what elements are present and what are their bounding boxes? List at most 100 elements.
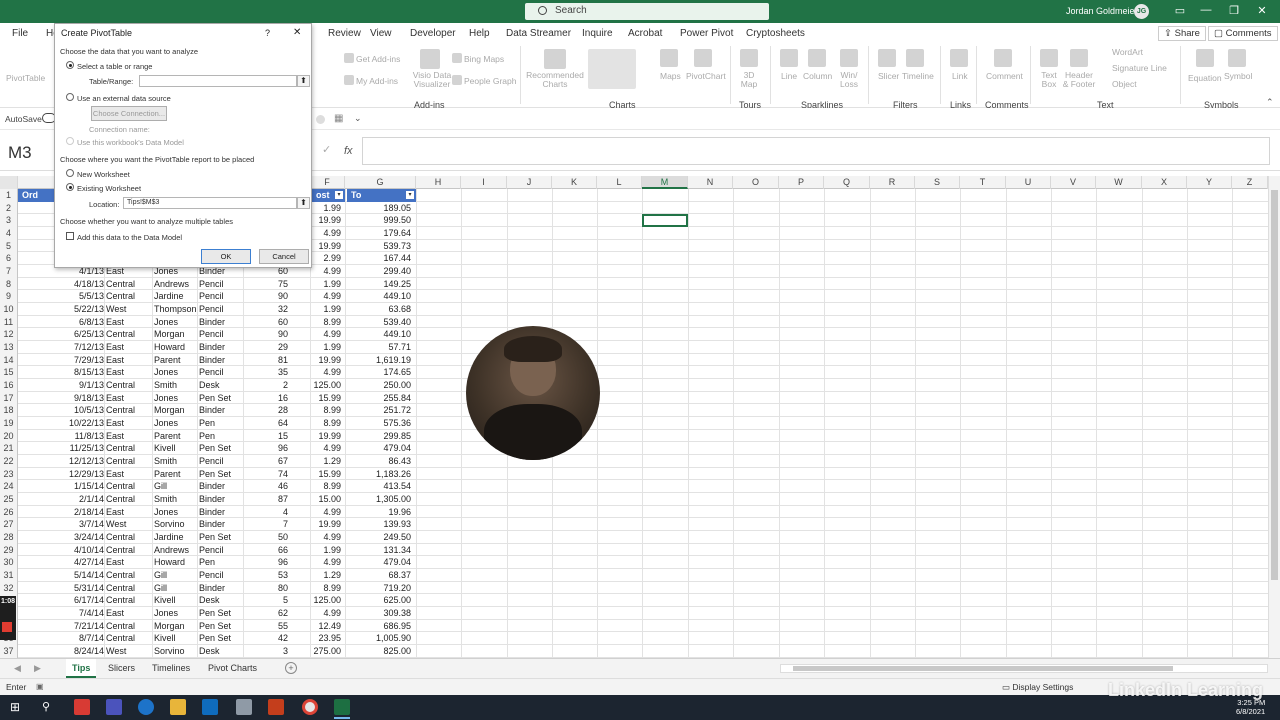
cell-g[interactable]: 179.64 bbox=[347, 227, 411, 240]
cell-f[interactable]: 15.99 bbox=[312, 468, 341, 481]
wordart-label[interactable]: WordArt bbox=[1112, 47, 1143, 57]
cell-g[interactable]: 1,619.19 bbox=[347, 354, 411, 367]
table-row[interactable]: 32 5/31/14 Central Gill Binder 80 8.99 719.20 bbox=[0, 581, 1268, 595]
radio-data-model-label[interactable]: Use this workbook's Data Model bbox=[77, 138, 184, 147]
cell-e[interactable]: 90 bbox=[245, 328, 288, 341]
cell-b[interactable]: Central bbox=[106, 455, 152, 468]
cell-d[interactable]: Pencil bbox=[199, 303, 243, 316]
cell-e[interactable]: 42 bbox=[245, 632, 288, 645]
next-sheet-icon[interactable]: ▶ bbox=[34, 663, 41, 674]
cell-f[interactable]: 19.99 bbox=[312, 430, 341, 443]
cell-c[interactable]: Jones bbox=[154, 506, 197, 519]
row-header[interactable]: 18 bbox=[0, 404, 18, 418]
table-row[interactable]: 12 6/25/13 Central Morgan Pencil 90 4.99 449.10 bbox=[0, 328, 1268, 342]
close-window-icon[interactable]: ✕ bbox=[1252, 4, 1272, 17]
visio-label[interactable]: Visio Data Visualizer bbox=[412, 71, 452, 89]
location-input[interactable]: Tips!$M$3 bbox=[123, 197, 297, 209]
cell-c[interactable]: Gill bbox=[154, 480, 197, 493]
col-header[interactable]: Q bbox=[824, 176, 870, 189]
cell-b[interactable]: Central bbox=[106, 278, 152, 291]
cell-f[interactable]: 15.00 bbox=[312, 493, 341, 506]
table-row[interactable]: 28 3/24/14 Central Jardine Pen Set 50 4.99 249.… bbox=[0, 531, 1268, 544]
row-header[interactable]: 5 bbox=[0, 239, 18, 253]
cell-f[interactable]: 8.99 bbox=[312, 582, 341, 595]
tab-review[interactable]: Review bbox=[328, 28, 361, 39]
collapse-range-icon[interactable]: ⬆ bbox=[297, 75, 310, 87]
cell-d[interactable]: Pencil bbox=[199, 328, 243, 341]
row-header[interactable]: 10 bbox=[0, 303, 18, 316]
row-header[interactable]: 3 bbox=[0, 214, 18, 227]
cell-f[interactable]: 4.99 bbox=[312, 531, 341, 544]
cell-e[interactable]: 2 bbox=[245, 379, 288, 392]
col-header[interactable]: S bbox=[915, 176, 960, 189]
row-header[interactable]: 19 bbox=[0, 417, 18, 430]
signature-line-label[interactable]: Signature Line bbox=[1112, 63, 1167, 73]
cell-f[interactable]: 4.99 bbox=[312, 290, 341, 303]
table-row[interactable]: 357/21/14CentralMorganPen Set5512.49686.… bbox=[0, 619, 1268, 633]
cell-e[interactable]: 60 bbox=[245, 316, 288, 329]
cell-f[interactable]: 19.99 bbox=[312, 518, 341, 531]
cell-g[interactable]: 825.00 bbox=[347, 645, 411, 658]
cell-c[interactable]: Jones bbox=[154, 316, 197, 329]
cell-d[interactable]: Pen bbox=[199, 417, 243, 430]
maximize-icon[interactable]: ❐ bbox=[1224, 4, 1244, 17]
record-stop-icon[interactable] bbox=[2, 622, 12, 632]
cell-d[interactable]: Binder bbox=[199, 480, 243, 493]
cell-b[interactable]: East bbox=[106, 366, 152, 379]
cell-c[interactable]: Morgan bbox=[154, 328, 197, 341]
cell-g[interactable]: 250.00 bbox=[347, 379, 411, 392]
chart-types-icon[interactable] bbox=[588, 49, 636, 89]
table-row[interactable]: 22 12/12/13 Central Smith Pencil 67 1.29 86.43 bbox=[0, 455, 1268, 468]
table-row[interactable]: 16 9/1/13 Central Smith Desk 2 125.00 250.00 bbox=[0, 379, 1268, 392]
cell-e[interactable]: 15 bbox=[245, 430, 288, 443]
cell-e[interactable]: 46 bbox=[245, 480, 288, 493]
cell-f[interactable]: 19.99 bbox=[312, 240, 341, 253]
cell-a[interactable]: 5/22/13 bbox=[18, 303, 104, 316]
cell-g[interactable]: 131.34 bbox=[347, 544, 411, 557]
cell-a[interactable]: 6/25/13 bbox=[18, 328, 104, 341]
cell-b[interactable]: Central bbox=[106, 632, 152, 645]
cell-c[interactable]: Thompson bbox=[154, 303, 197, 316]
table-row[interactable]: 26 2/18/14 East Jones Binder 4 4.99 19.96 bbox=[0, 505, 1268, 519]
cell-a[interactable]: 3/7/14 bbox=[18, 518, 104, 531]
cell-e[interactable]: 62 bbox=[245, 607, 288, 620]
get-addins-label[interactable]: Get Add-ins bbox=[356, 54, 400, 64]
cell-d[interactable]: Binder bbox=[199, 404, 243, 417]
cell-g[interactable]: 449.10 bbox=[347, 328, 411, 341]
header-footer-label[interactable]: Header & Footer bbox=[1062, 71, 1096, 89]
tab-file[interactable]: File bbox=[12, 28, 28, 39]
cell-f[interactable]: 4.99 bbox=[312, 328, 341, 341]
cell-d[interactable]: Binder bbox=[199, 518, 243, 531]
col-header[interactable]: J bbox=[507, 176, 552, 189]
sheet-tab-pivot-charts[interactable]: Pivot Charts bbox=[202, 659, 263, 678]
selected-cell[interactable] bbox=[642, 214, 688, 227]
vertical-scrollbar[interactable] bbox=[1268, 176, 1280, 658]
cell-c[interactable]: Parent bbox=[154, 430, 197, 443]
people-graph-label[interactable]: People Graph bbox=[464, 76, 516, 86]
formula-input[interactable] bbox=[362, 137, 1270, 165]
cell-a[interactable]: 9/1/13 bbox=[18, 379, 104, 392]
add-sheet-icon[interactable]: + bbox=[285, 662, 297, 674]
cell-c[interactable]: Kivell bbox=[154, 632, 197, 645]
row-header[interactable]: 16 bbox=[0, 379, 18, 392]
cell-c[interactable]: Gill bbox=[154, 569, 197, 582]
cell-d[interactable]: Pen Set bbox=[199, 632, 243, 645]
cell-c[interactable]: Jones bbox=[154, 607, 197, 620]
cell-b[interactable]: East bbox=[106, 341, 152, 354]
radio-select-table[interactable] bbox=[66, 61, 74, 69]
powerpoint-icon[interactable] bbox=[268, 699, 284, 715]
cell-g[interactable]: 57.71 bbox=[347, 341, 411, 354]
cell-c[interactable]: Parent bbox=[154, 468, 197, 481]
maps-label[interactable]: Maps bbox=[660, 71, 681, 81]
cell-b[interactable]: Central bbox=[106, 404, 152, 417]
cell-a[interactable]: 4/10/14 bbox=[18, 544, 104, 557]
cell-b[interactable]: Central bbox=[106, 480, 152, 493]
cell-b[interactable]: West bbox=[106, 518, 152, 531]
col-header[interactable]: O bbox=[733, 176, 779, 189]
cell-d[interactable]: Pencil bbox=[199, 455, 243, 468]
cell-f[interactable]: 1.99 bbox=[312, 202, 341, 215]
cell-a[interactable]: 5/5/13 bbox=[18, 290, 104, 303]
table-row[interactable]: 17 9/18/13 East Jones Pen Set 16 15.99 255.84 bbox=[0, 391, 1268, 405]
cell-a[interactable]: 3/24/14 bbox=[18, 531, 104, 544]
cell-b[interactable]: Central bbox=[106, 493, 152, 506]
